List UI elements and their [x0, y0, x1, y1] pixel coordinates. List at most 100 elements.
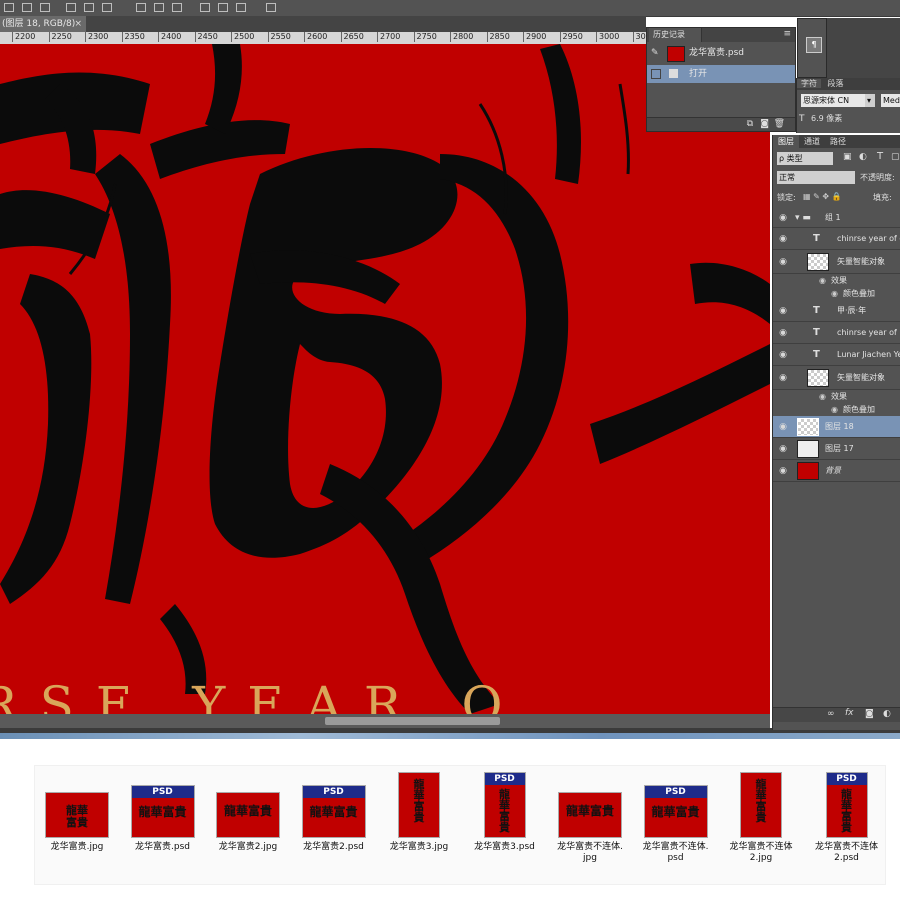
auto-align-icon[interactable] — [266, 3, 276, 12]
align-center-icon[interactable] — [84, 3, 94, 12]
file-item[interactable]: PSD 龍華富貴 龙华富贵不连体. psd — [636, 766, 716, 884]
layer-row[interactable]: ◉ T Lunar Jiachen Yea — [773, 344, 900, 366]
history-snapshot-row[interactable]: ✎ 龙华富贵.psd — [647, 44, 795, 62]
layer-row[interactable]: ◉ Tchinrse year of dr — [773, 228, 900, 250]
link-icon[interactable]: ∞ — [827, 709, 835, 719]
document-canvas[interactable]: RSE YEAR O — [0, 44, 770, 714]
tab-paths[interactable]: 路径 — [825, 135, 851, 148]
filter-adjust-icon[interactable]: ◐ — [859, 152, 867, 162]
eye-icon[interactable]: ◉ — [778, 466, 788, 476]
panel-menu-icon[interactable]: ≡ — [783, 29, 791, 39]
new-document-icon[interactable]: ⧉ — [747, 119, 753, 129]
tab-layers[interactable]: 图层 — [773, 135, 799, 148]
layer-row[interactable]: ◉ 背景 — [773, 460, 900, 482]
eye-icon[interactable]: ◉ — [778, 444, 788, 454]
tab-paragraph[interactable]: 段落 — [824, 79, 848, 88]
eye-icon[interactable]: ◉ — [778, 373, 788, 383]
eye-icon[interactable]: ◉ — [778, 234, 788, 244]
chevron-down-icon[interactable]: ▾ — [865, 94, 875, 107]
history-checkbox[interactable] — [651, 69, 661, 79]
layer-row[interactable]: ◉ 图层 18 — [773, 416, 900, 438]
file-item[interactable]: 龍華富貴 龙华富贵2.jpg — [208, 766, 288, 884]
layer-row[interactable]: ◉ 效果 — [773, 390, 900, 403]
font-style-select[interactable]: Med — [881, 94, 900, 107]
blend-mode-select[interactable]: 正常 — [777, 171, 855, 184]
eye-icon[interactable]: ◉ — [778, 350, 788, 360]
eye-icon[interactable]: ◉ — [778, 257, 788, 267]
align-middle-icon[interactable] — [22, 3, 32, 12]
paragraph-icon[interactable]: ¶ — [806, 37, 822, 53]
distribute-left-icon[interactable] — [200, 3, 210, 12]
file-item[interactable]: PSD 龍 華 富 貴龙华富贵3.psd — [465, 766, 545, 884]
layer-row[interactable]: ◉ 矢量智能对象 — [773, 250, 900, 274]
file-label: 龙华富贵.jpg — [50, 842, 104, 852]
ruler-tick: 3000 — [596, 32, 619, 42]
distribute-center-icon[interactable] — [218, 3, 228, 12]
tab-channels[interactable]: 通道 — [799, 135, 825, 148]
eye-icon[interactable]: ◉ — [778, 306, 788, 316]
character-panel-tabs: 字符 段落 — [797, 78, 900, 90]
file-item[interactable]: 龍 華 富 貴龙华富贵3.jpg — [379, 766, 459, 884]
eye-icon[interactable]: ◉ — [778, 328, 788, 338]
filter-image-icon[interactable]: ▣ — [843, 152, 852, 162]
effect-eye-icon[interactable]: ◉ — [831, 403, 838, 416]
file-item[interactable]: 龍 華 富 貴龙华富贵不连体 2.jpg — [721, 766, 801, 884]
ruler-tick: 2650 — [340, 32, 364, 42]
snapshot-thumbnail — [667, 46, 685, 62]
fx-icon[interactable]: fx — [845, 708, 854, 718]
folder-icon[interactable]: ▾ ▬ — [795, 208, 811, 227]
align-right-icon[interactable] — [102, 3, 112, 12]
distribute-bottom-icon[interactable] — [172, 3, 182, 12]
effect-eye-icon[interactable]: ◉ — [831, 287, 838, 300]
distribute-right-icon[interactable] — [236, 3, 246, 12]
font-family-select[interactable]: 思源宋体 CN — [801, 94, 865, 107]
history-step-open[interactable]: 打开 — [647, 65, 795, 83]
font-size-field[interactable]: 6.9 像素 — [809, 112, 849, 125]
text-layer-icon: T — [813, 349, 820, 360]
align-left-icon[interactable] — [66, 3, 76, 12]
align-top-icon[interactable] — [4, 3, 14, 12]
ruler-tick: 3050 — [632, 32, 646, 42]
layer-filter-select[interactable]: ρ 类型 — [777, 152, 833, 165]
ruler-tick: 2300 — [85, 32, 108, 42]
layer-row[interactable]: ◉ 矢量智能对象 — [773, 366, 900, 390]
trash-icon[interactable]: 🗑 — [774, 119, 785, 129]
file-item[interactable]: PSD 龍 華 富 貴龙华富贵不连体 2.psd — [807, 766, 887, 884]
brush-source-icon[interactable]: ✎ — [651, 44, 659, 62]
ruler-tick: 2250 — [48, 32, 72, 42]
filter-type-icon[interactable]: T — [877, 151, 883, 162]
file-thumbnail: 龍華富貴 — [216, 792, 280, 838]
scrollbar-thumb[interactable] — [325, 717, 500, 725]
file-item[interactable]: PSD 龍華富貴 龙华富贵2.psd — [294, 766, 374, 884]
layer-row[interactable]: ◉ 效果 — [773, 274, 900, 287]
file-label: 龙华富贵.psd — [135, 842, 190, 852]
effect-eye-icon[interactable]: ◉ — [819, 274, 826, 287]
filter-shape-icon[interactable]: ▢ — [891, 152, 900, 162]
distribute-middle-icon[interactable] — [154, 3, 164, 12]
eye-icon[interactable]: ◉ — [778, 422, 788, 432]
tab-character[interactable]: 字符 — [797, 79, 821, 88]
eye-icon[interactable]: ◉ — [778, 213, 788, 223]
file-item[interactable]: PSD 龍華富貴 龙华富贵.psd — [123, 766, 203, 884]
layer-row[interactable]: ◉ 颜色叠加 — [773, 287, 900, 300]
layer-row[interactable]: ◉ 图层 17 — [773, 438, 900, 460]
layer-row[interactable]: ◉ ▾ ▬ 组 1 — [773, 208, 900, 228]
layer-row[interactable]: ◉ 颜色叠加 — [773, 403, 900, 416]
file-browser: 龍華 富貴 龙华富贵.jpg PSD 龍華富貴 龙华富贵.psd 龍華富貴 龙华富贵2.jp… — [34, 765, 886, 885]
distribute-top-icon[interactable] — [136, 3, 146, 12]
layer-row[interactable]: ◉ Tchinrse year of — [773, 322, 900, 344]
close-icon[interactable]: × — [74, 16, 82, 32]
mask-icon[interactable]: ◙ — [865, 709, 874, 719]
file-item[interactable]: 龍華富貴 龙华富贵不连体. jpg — [550, 766, 630, 884]
layer-row[interactable]: ◉ T 甲·辰·年 — [773, 300, 900, 322]
align-bottom-icon[interactable] — [40, 3, 50, 12]
smart-object-thumbnail — [807, 369, 829, 387]
file-item[interactable]: 龍華 富貴 龙华富贵.jpg — [37, 766, 117, 884]
layer-thumbnail — [797, 418, 819, 436]
tab-history[interactable]: 历史记录 — [649, 28, 702, 42]
effect-eye-icon[interactable]: ◉ — [819, 390, 826, 403]
adjustment-icon[interactable]: ◐ — [883, 709, 891, 719]
document-tab[interactable]: (图层 18, RGB/8) × — [0, 16, 86, 32]
lock-pixels-icon[interactable]: ▦ ✎ ✥ 🔒 — [803, 192, 842, 201]
camera-icon[interactable]: ◙ — [760, 119, 769, 129]
